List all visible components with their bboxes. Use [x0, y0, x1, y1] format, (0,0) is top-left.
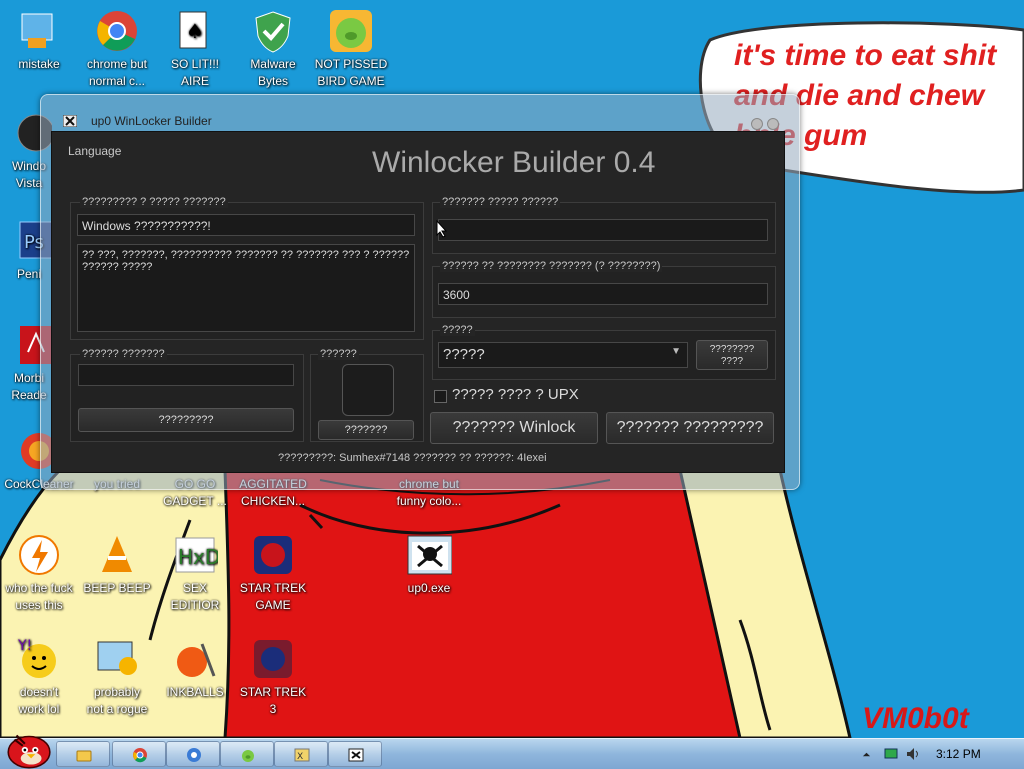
sound-browse-button[interactable]: ???????? ???? [696, 340, 768, 370]
sound-caption: ????? [440, 324, 475, 336]
unlock-code-input[interactable] [438, 219, 768, 241]
desktop-shortcut[interactable]: NOT PISSED BIRD GAME [312, 8, 390, 90]
desktop-shortcut-label: who the fuck uses this [5, 581, 73, 612]
desktop-shortcut[interactable]: chrome but normal c... [78, 8, 156, 90]
desktop-shortcut[interactable]: STAR TREK GAME [234, 532, 312, 614]
taskbar-clock[interactable]: 3:12 PM [936, 747, 981, 761]
builder-heading: Winlocker Builder 0.4 [372, 146, 656, 179]
pig-icon [242, 750, 254, 762]
not-a-rogue-icon [94, 636, 140, 682]
desktop-shortcut[interactable]: probably not a rogue [78, 636, 156, 718]
desktop-shortcut-label: BEEP BEEP [83, 581, 151, 595]
skull-icon [348, 748, 364, 762]
desktop-shortcut-label: NOT PISSED BIRD GAME [314, 57, 388, 88]
desktop-shortcut-label: SO LIT!!! AIRE [170, 57, 219, 88]
sound-select[interactable]: ????? ▼ [438, 342, 688, 368]
image-caption: ?????? ??????? [80, 348, 167, 360]
timer-caption: ?????? ?? ???????? ??????? (? ????????) [440, 260, 663, 272]
window-titlebar[interactable]: up0 WinLocker Builder [49, 101, 789, 130]
star-trek-icon [250, 532, 296, 578]
build-winlock-button[interactable]: ??????? Winlock [430, 412, 598, 444]
taskbar-pig-button[interactable] [220, 741, 274, 767]
svg-text:HxD: HxD [178, 545, 218, 569]
solitaire-icon: ♠ [172, 8, 218, 54]
desktop-shortcut-label: probably not a rogue [86, 685, 148, 716]
mouse-cursor-icon [436, 220, 448, 238]
mistake-icon [16, 8, 62, 54]
icon-browse-button[interactable]: ??????? [318, 420, 414, 440]
yahoo-icon: Y! [16, 636, 62, 682]
icon-preview [342, 364, 394, 416]
bubble-line-1: it's time to eat shit [734, 39, 997, 72]
malwarebytes-icon [250, 8, 296, 54]
minimize-button[interactable] [751, 118, 763, 130]
desktop-shortcut[interactable]: up0.exe [390, 532, 468, 597]
desktop-shortcut[interactable]: BEEP BEEP [78, 532, 156, 597]
inkball-icon [172, 636, 218, 682]
taskbar-chrome2-button[interactable] [166, 741, 220, 767]
window-app-icon [63, 115, 77, 127]
upx-checkbox-label: ????? ???? ? UPX [452, 386, 579, 403]
volume-icon[interactable] [906, 747, 922, 761]
language-menu[interactable]: Language [68, 144, 121, 158]
desktop-shortcut-label: SEX EDITIOR [170, 581, 220, 612]
desktop-shortcut[interactable]: ♠ SO LIT!!! AIRE [156, 8, 234, 90]
desktop-shortcut[interactable]: Y! doesn't work lol [0, 636, 78, 718]
desktop-shortcut[interactable]: who the fuck uses this [0, 532, 78, 614]
desktop-shortcut-label: STAR TREK 3 [239, 685, 307, 716]
chrome-icon [133, 748, 147, 763]
desktop-shortcut[interactable]: INKBALLS [156, 636, 234, 701]
taskbar-winlocker-button[interactable] [328, 741, 382, 767]
desktop-shortcut[interactable]: mistake [0, 8, 78, 73]
desktop-shortcut-label: mistake [18, 57, 60, 71]
lock-text-caption: ????????? ? ????? ??????? [80, 196, 228, 208]
desktop-shortcut[interactable]: STAR TREK 3 [234, 636, 312, 718]
desktop-shortcut[interactable]: HxD SEX EDITIOR [156, 532, 234, 614]
other-action-button[interactable]: ??????? ????????? [606, 412, 774, 444]
lock-message-textarea[interactable]: ?? ???, ???????, ?????????? ??????? ?? ?… [77, 244, 415, 332]
hxd-icon: HxD [172, 532, 220, 578]
window-title: up0 WinLocker Builder [91, 114, 212, 128]
hxd-icon: X [294, 748, 310, 762]
desktop-shortcut-label: Malware Bytes [250, 57, 296, 88]
desktop-shortcut-label: chrome but normal c... [86, 57, 148, 88]
sound-select-value: ????? [443, 346, 485, 363]
desktop-shortcut-label: STAR TREK GAME [239, 581, 307, 612]
up0-exe-icon [406, 532, 453, 578]
folder-icon [76, 750, 92, 762]
desktop-shortcut-label: INKBALLS [166, 685, 224, 699]
winlocker-builder-window[interactable]: up0 WinLocker Builder Language Winlocker… [40, 94, 800, 490]
network-icon[interactable] [884, 747, 898, 761]
pig-icon [328, 8, 374, 54]
upx-checkbox[interactable] [434, 390, 447, 403]
desktop-shortcut[interactable]: Malware Bytes [234, 8, 312, 90]
icon-caption: ?????? [318, 348, 359, 360]
taskbar: X 3:12 PM [0, 734, 1024, 769]
credits-text: ?????????: Sumhex#7148 ??????? ?? ??????… [278, 452, 547, 464]
timer-input[interactable]: 3600 [438, 283, 768, 305]
star-trek-3-icon [250, 636, 296, 682]
taskbar-explorer-button[interactable] [56, 741, 110, 767]
desktop-shortcut-label: doesn't work lol [18, 685, 60, 716]
chrome-icon [94, 8, 140, 54]
chrome-funny-icon [187, 748, 201, 762]
show-hidden-icons-icon[interactable] [862, 750, 871, 759]
image-path-input[interactable] [78, 364, 294, 386]
start-button-angry-bird-icon[interactable] [2, 731, 54, 769]
svg-text:X: X [297, 752, 303, 762]
vlc-icon [94, 532, 140, 578]
window-title-input[interactable]: Windows ???????????! [77, 214, 415, 236]
image-browse-button[interactable]: ????????? [78, 408, 294, 432]
chevron-down-icon: ▼ [671, 346, 681, 357]
close-button[interactable] [767, 118, 779, 130]
taskbar-chrome-button[interactable] [112, 741, 166, 767]
unlock-code-caption: ??????? ????? ?????? [440, 196, 561, 208]
window-client: Language Winlocker Builder 0.4 ?????????… [51, 131, 785, 473]
avast-icon [16, 532, 62, 578]
desktop-shortcut-label: up0.exe [407, 581, 451, 595]
taskbar-hxd-button[interactable]: X [274, 741, 328, 767]
svg-text:♠: ♠ [186, 19, 204, 43]
svg-text:Y!: Y! [17, 638, 32, 654]
signature: VM0b0t [862, 702, 969, 735]
